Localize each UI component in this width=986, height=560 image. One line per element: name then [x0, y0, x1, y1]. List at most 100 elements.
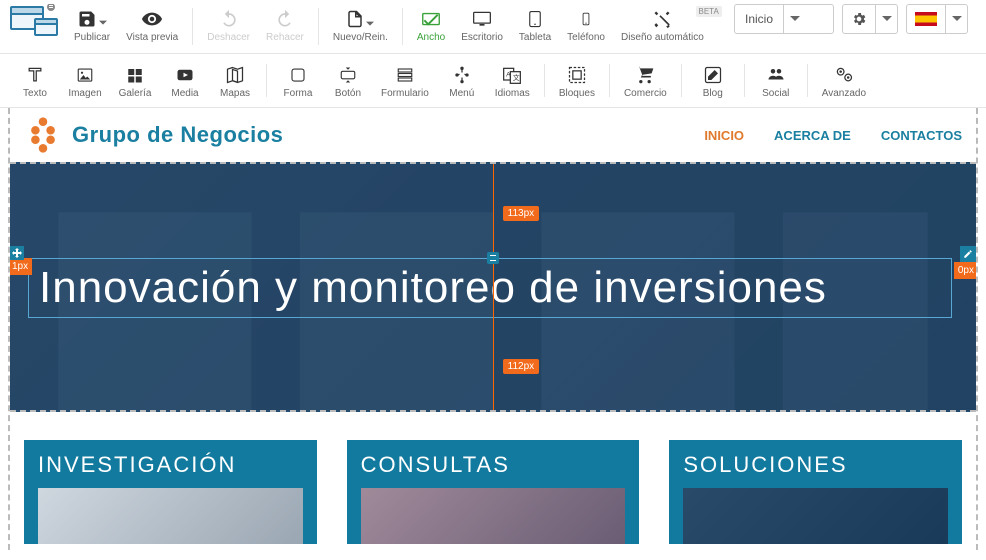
- social-label: Social: [762, 88, 789, 99]
- card-title: INVESTIGACIÓN: [38, 452, 303, 478]
- advanced-label: Avanzado: [822, 88, 866, 99]
- card-thumb: [361, 488, 626, 544]
- desktop-icon: [471, 6, 493, 32]
- divider: [744, 64, 745, 97]
- ruler-top-label: 113px: [503, 206, 540, 221]
- new-reset-button[interactable]: Nuevo/Rein.: [325, 4, 396, 45]
- page-selector-label: Inicio: [735, 12, 783, 26]
- site-header[interactable]: Grupo de Negocios INICIO ACERCA DE CONTA…: [10, 108, 976, 162]
- preview-button[interactable]: Vista previa: [118, 4, 186, 45]
- nav: INICIO ACERCA DE CONTACTOS: [704, 128, 962, 143]
- hero-title-element[interactable]: Innovación y monitoreo de inversiones: [28, 258, 952, 318]
- gear-icon: [843, 11, 875, 27]
- brand-name: Grupo de Negocios: [72, 122, 283, 148]
- cart-icon: [635, 62, 655, 88]
- social-icon: [765, 62, 787, 88]
- menu-tool[interactable]: Menú: [437, 60, 487, 101]
- card-solutions[interactable]: SOLUCIONES: [669, 440, 962, 544]
- hero-section[interactable]: 113px 112px 1px 0px Innovación y monitor…: [10, 162, 976, 412]
- languages-label: Idiomas: [495, 88, 530, 99]
- blocks-tool[interactable]: Bloques: [551, 60, 603, 101]
- text-tool[interactable]: Texto: [10, 60, 60, 101]
- divider: [807, 64, 808, 97]
- social-tool[interactable]: Social: [751, 60, 801, 101]
- redo-button[interactable]: Rehacer: [258, 4, 312, 45]
- tablet-label: Tableta: [519, 32, 551, 43]
- eye-icon: [141, 6, 163, 32]
- commerce-tool[interactable]: Comercio: [616, 60, 675, 101]
- button-icon: [337, 62, 359, 88]
- hero-title-text: Innovación y monitoreo de inversiones: [29, 259, 951, 317]
- resize-handle[interactable]: [487, 252, 499, 264]
- gallery-label: Galería: [119, 88, 152, 99]
- brand[interactable]: Grupo de Negocios: [24, 116, 283, 154]
- publish-button[interactable]: Publicar: [66, 4, 118, 45]
- button-tool[interactable]: Botón: [323, 60, 373, 101]
- wand-icon: [652, 6, 672, 32]
- offset-right-badge: 0px: [954, 262, 976, 279]
- blocks-icon: [567, 62, 587, 88]
- form-tool[interactable]: Formulario: [373, 60, 437, 101]
- offset-left-badge: 1px: [10, 258, 32, 275]
- undo-label: Deshacer: [207, 32, 250, 43]
- width-button[interactable]: Ancho: [409, 4, 453, 45]
- svg-text:文: 文: [513, 73, 520, 82]
- desktop-button[interactable]: Escritorio: [453, 4, 511, 45]
- preview-label: Vista previa: [126, 32, 178, 43]
- undo-button[interactable]: Deshacer: [199, 4, 258, 45]
- phone-icon: [579, 6, 593, 32]
- canvas: Grupo de Negocios INICIO ACERCA DE CONTA…: [0, 108, 986, 558]
- shape-icon: [289, 62, 307, 88]
- gallery-tool[interactable]: Galería: [110, 60, 160, 101]
- new-reset-label: Nuevo/Rein.: [333, 32, 388, 43]
- nav-contacts[interactable]: CONTACTOS: [881, 128, 962, 143]
- move-handle-icon[interactable]: [10, 246, 24, 260]
- undo-icon: [219, 6, 239, 32]
- card-investigation[interactable]: INVESTIGACIÓN: [24, 440, 317, 544]
- maps-label: Mapas: [220, 88, 250, 99]
- redo-icon: [275, 6, 295, 32]
- phone-button[interactable]: Teléfono: [559, 4, 613, 45]
- auto-design-button[interactable]: Diseño automático BETA: [613, 4, 712, 45]
- save-icon: [77, 6, 107, 32]
- image-tool[interactable]: Imagen: [60, 60, 110, 101]
- language-dropdown[interactable]: [906, 4, 968, 34]
- toolbar-components: Texto Imagen Galería Media Mapas Forma B…: [0, 54, 986, 108]
- divider: [192, 8, 193, 45]
- form-label: Formulario: [381, 88, 429, 99]
- card-consults[interactable]: CONSULTAS: [347, 440, 640, 544]
- desktop-label: Escritorio: [461, 32, 503, 43]
- edit-handle-icon[interactable]: [960, 246, 976, 262]
- nav-about[interactable]: ACERCA DE: [774, 128, 851, 143]
- tablet-button[interactable]: Tableta: [511, 4, 559, 45]
- blog-tool[interactable]: Blog: [688, 60, 738, 101]
- languages-tool[interactable]: A文 Idiomas: [487, 60, 538, 101]
- image-label: Imagen: [68, 88, 101, 99]
- shape-tool[interactable]: Forma: [273, 60, 323, 101]
- ruler-vertical: [493, 164, 494, 410]
- phone-label: Teléfono: [567, 32, 605, 43]
- divider: [609, 64, 610, 97]
- auto-design-label: Diseño automático: [621, 32, 704, 43]
- beta-badge: BETA: [696, 6, 722, 17]
- page-selector[interactable]: Inicio: [734, 4, 834, 34]
- site-icon: [10, 4, 66, 49]
- divider: [266, 64, 267, 97]
- media-tool[interactable]: Media: [160, 60, 210, 101]
- button-label: Botón: [335, 88, 361, 99]
- caret-down-icon: [783, 5, 805, 33]
- ruler-bottom-label: 112px: [503, 359, 540, 374]
- logo-icon: [24, 116, 62, 154]
- nav-home[interactable]: INICIO: [704, 128, 744, 143]
- divider: [402, 8, 403, 45]
- tablet-icon: [526, 6, 544, 32]
- languages-icon: A文: [502, 62, 522, 88]
- maps-tool[interactable]: Mapas: [210, 60, 260, 101]
- settings-dropdown[interactable]: [842, 4, 898, 34]
- media-label: Media: [171, 88, 198, 99]
- publish-label: Publicar: [74, 32, 110, 43]
- form-icon: [395, 62, 415, 88]
- width-icon: [420, 6, 442, 32]
- page-frame: Grupo de Negocios INICIO ACERCA DE CONTA…: [8, 108, 978, 550]
- advanced-tool[interactable]: Avanzado: [814, 60, 874, 101]
